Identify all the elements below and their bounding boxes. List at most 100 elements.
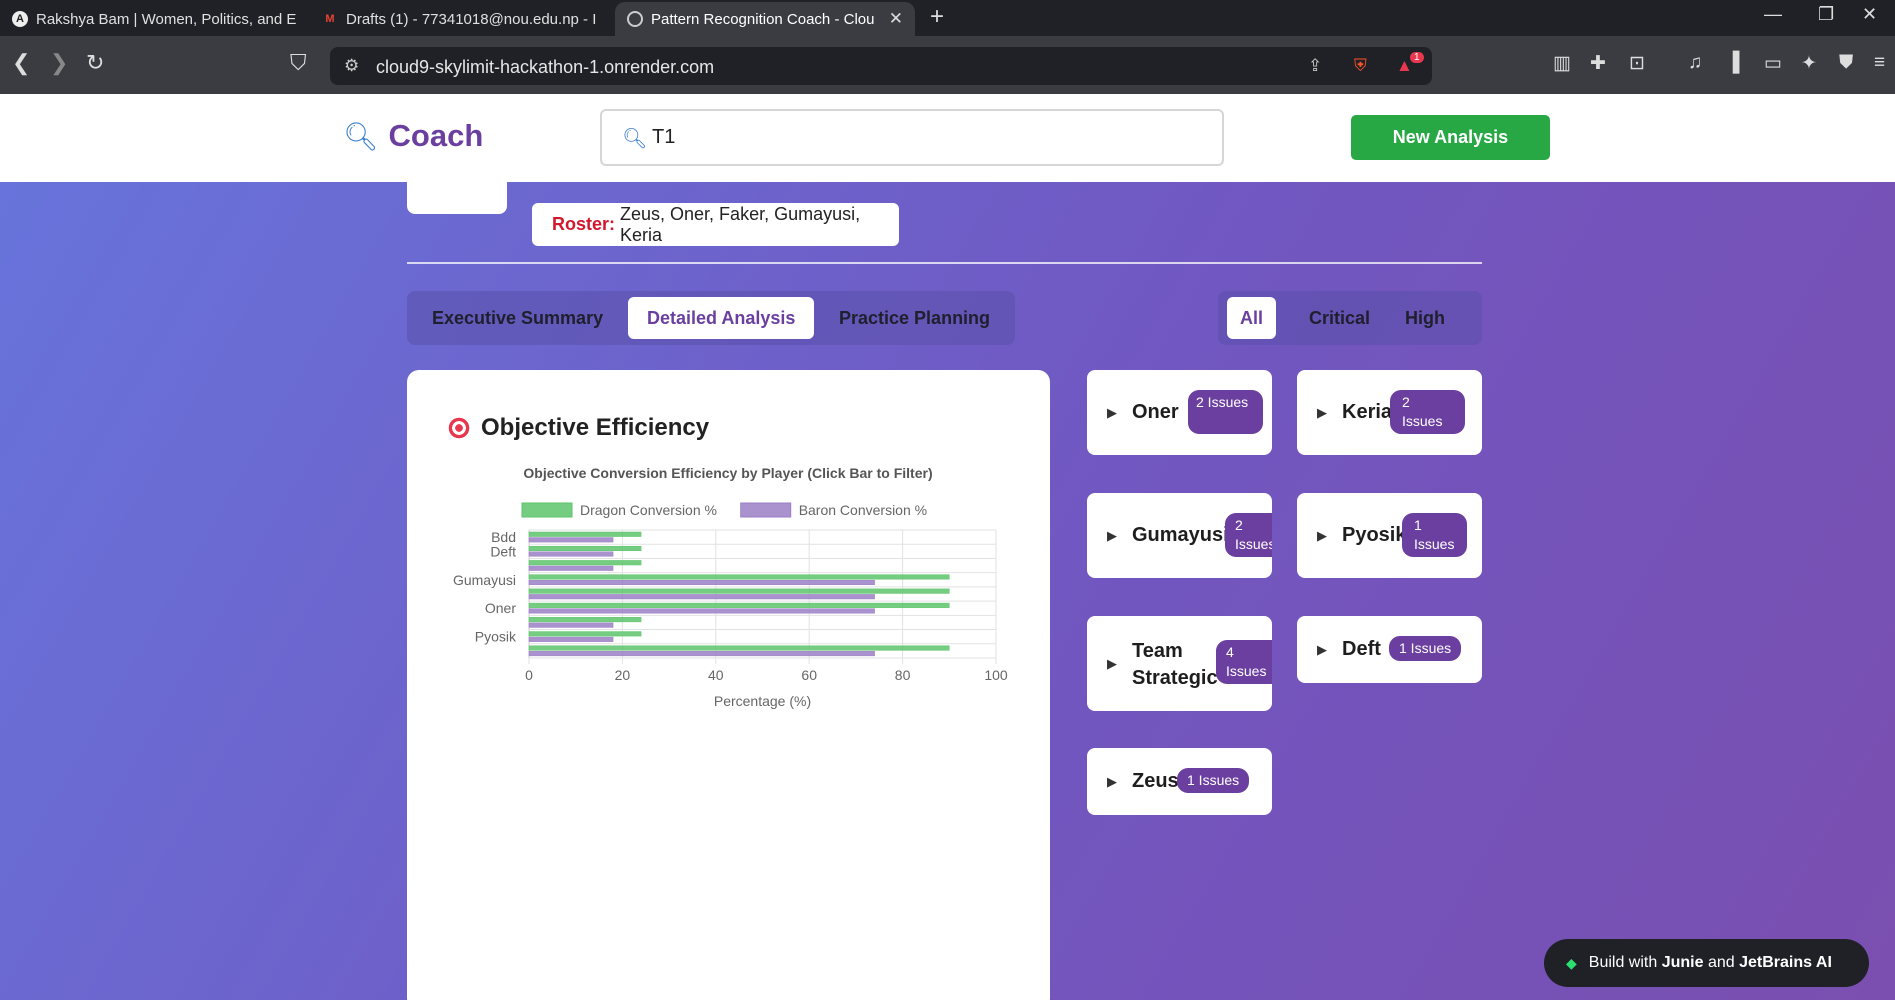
music-icon[interactable]: ♫ [1688, 52, 1702, 74]
browser-tab-active[interactable]: Pattern Recognition Coach - Clou ✕ [615, 2, 915, 36]
issue-card-keria[interactable]: ▶ Keria 2 Issues [1297, 370, 1482, 455]
roster-players: Zeus, Oner, Faker, Gumayusi, Keria [620, 203, 861, 245]
issue-count-badge: 2 Issues [1188, 390, 1263, 434]
forward-icon[interactable]: ❯ [50, 50, 68, 76]
bar-dragon [528, 631, 642, 637]
target-icon [447, 416, 471, 440]
share-icon[interactable]: ⇪ [1308, 56, 1322, 76]
x-tick-label: 40 [708, 667, 724, 683]
tab-title: Pattern Recognition Coach - Clou [651, 10, 875, 28]
roster-label: Roster: [552, 214, 616, 234]
sidebar-icon[interactable]: ▐ [1726, 52, 1739, 74]
filter-critical[interactable]: Critical [1290, 297, 1389, 339]
divider [407, 262, 1482, 264]
vpn-icon[interactable]: ⛊ [1839, 52, 1853, 74]
leo-ai-icon[interactable]: ✦ [1801, 52, 1817, 75]
address-bar[interactable]: ⚙ cloud9-skylimit-hackathon-1.onrender.c… [330, 47, 1432, 85]
wallet-icon[interactable]: ▭ [1764, 52, 1782, 75]
issue-card-gumayusi[interactable]: ▶ Gumayusi 2 Issues [1087, 493, 1272, 578]
bookmark-icon[interactable]: ⛉ [290, 50, 307, 76]
issue-count-badge: 4 Issues [1216, 640, 1272, 684]
close-tab-icon[interactable]: ✕ [889, 9, 903, 29]
menu-icon[interactable]: ≡ [1874, 52, 1885, 74]
issue-card-deft[interactable]: ▶ Deft 1 Issues [1297, 616, 1482, 683]
bar-baron [528, 594, 875, 600]
bar-dragon [528, 531, 642, 537]
junie-promo-button[interactable]: ◆ Build with Junie and JetBrains AI [1544, 939, 1869, 987]
expand-arrow-icon: ▶ [1107, 656, 1117, 671]
reader-icon[interactable]: ⊡ [1629, 52, 1645, 75]
issue-card-zeus[interactable]: ▶ Zeus 1 Issues [1087, 748, 1272, 815]
issue-card-name: Zeus [1132, 770, 1179, 792]
x-tick-label: 0 [525, 667, 533, 683]
bar-dragon [528, 560, 642, 566]
search-logo-icon: 🔍︎ [343, 120, 379, 152]
bar-dragon [528, 617, 642, 623]
expand-arrow-icon: ▶ [1317, 405, 1327, 420]
filter-all[interactable]: All [1227, 297, 1277, 339]
issue-card-name: Pyosik [1342, 524, 1407, 546]
issue-count-badge: 2 Issues [1390, 390, 1465, 434]
search-icon: 🔍︎ [622, 128, 648, 150]
search-value: T1 [652, 126, 676, 148]
brave-shield-icon[interactable]: ⛨ [1354, 56, 1367, 76]
team-search-input[interactable]: 🔍︎ T1 [600, 109, 1224, 166]
bar-dragon [528, 645, 950, 651]
browser-tab[interactable]: M Drafts (1) - 77341018@nou.edu.np - I [310, 2, 610, 36]
brand[interactable]: 🔍︎ Coach [343, 118, 483, 154]
site-favicon-icon: A [12, 11, 28, 27]
app-header: 🔍︎ Coach 🔍︎ T1 New Analysis [0, 94, 1895, 182]
roster-chip: Roster: Zeus, Oner, Faker, Gumayusi, Ker… [532, 203, 899, 246]
browser-tab[interactable]: A Rakshya Bam | Women, Politics, and E [0, 2, 305, 36]
chart-title: Objective Conversion Efficiency by Playe… [523, 465, 932, 481]
x-tick-label: 20 [615, 667, 631, 683]
bar-dragon [528, 574, 950, 580]
expand-arrow-icon: ▶ [1107, 405, 1117, 420]
tab-practice-planning[interactable]: Practice Planning [820, 297, 1009, 339]
back-icon[interactable]: ❮ [12, 50, 30, 76]
expand-arrow-icon: ▶ [1317, 528, 1327, 543]
issue-card-oner[interactable]: ▶ Oner 2 Issues [1087, 370, 1272, 455]
wallet-extension-icon[interactable]: ▥ [1553, 52, 1571, 75]
brand-name: Coach [388, 118, 484, 153]
issue-count-badge: 1 Issues [1402, 513, 1467, 557]
minimize-icon[interactable]: — [1764, 4, 1782, 25]
bar-dragon [528, 545, 642, 552]
objective-efficiency-chart[interactable]: Objective Conversion Efficiency by Playe… [407, 460, 1050, 760]
y-tick-label: Oner [485, 600, 516, 616]
reload-icon[interactable]: ↻ [86, 50, 104, 76]
legend-swatch [521, 502, 573, 518]
new-tab-icon[interactable]: + [930, 3, 944, 31]
promo-text: Build with Junie and JetBrains AI [1588, 954, 1832, 971]
browser-tab-bar: A Rakshya Bam | Women, Politics, and E M… [0, 0, 1895, 36]
issue-card-name: Team Strategic [1132, 640, 1218, 689]
browser-toolbar: ❮ ❯ ↻ ⛉ ⚙ cloud9-skylimit-hackathon-1.on… [0, 36, 1895, 94]
bar-baron [528, 579, 875, 586]
restore-icon[interactable]: ❐ [1818, 4, 1834, 25]
issue-card-pyosik[interactable]: ▶ Pyosik 1 Issues [1297, 493, 1482, 578]
bar-baron [528, 537, 614, 543]
page-background: 🔍︎ Coach 🔍︎ T1 New Analysis Roster: Zeus… [0, 94, 1895, 1000]
tab-executive-summary[interactable]: Executive Summary [413, 297, 622, 339]
expand-arrow-icon: ▶ [1107, 528, 1117, 543]
notification-count: 1 [1410, 52, 1424, 63]
close-window-icon[interactable]: ✕ [1862, 4, 1877, 25]
x-axis-title: Percentage (%) [714, 693, 811, 709]
legend-label: Baron Conversion % [799, 502, 927, 518]
tab-detailed-analysis[interactable]: Detailed Analysis [628, 297, 815, 339]
x-tick-label: 100 [984, 667, 1008, 683]
junie-icon: ◆ [1566, 954, 1577, 971]
extensions-icon[interactable]: ✚ [1590, 52, 1606, 75]
objective-efficiency-panel: Objective Efficiency Objective Conversio… [407, 370, 1050, 1000]
severity-filter-tabs: All Critical High [1218, 291, 1482, 345]
issue-count-badge: 2 Issues [1225, 513, 1272, 557]
y-tick-label: Gumayusi [453, 572, 516, 588]
filter-high[interactable]: High [1386, 297, 1464, 339]
new-analysis-button[interactable]: New Analysis [1351, 115, 1550, 160]
bar-baron [528, 551, 614, 557]
issue-card-team-strategic[interactable]: ▶ Team Strategic 4 Issues [1087, 616, 1272, 711]
bar-baron [528, 651, 875, 657]
expand-arrow-icon: ▶ [1317, 642, 1327, 657]
site-info-icon[interactable]: ⚙ [344, 56, 359, 76]
issue-card-name: Keria [1342, 401, 1393, 423]
